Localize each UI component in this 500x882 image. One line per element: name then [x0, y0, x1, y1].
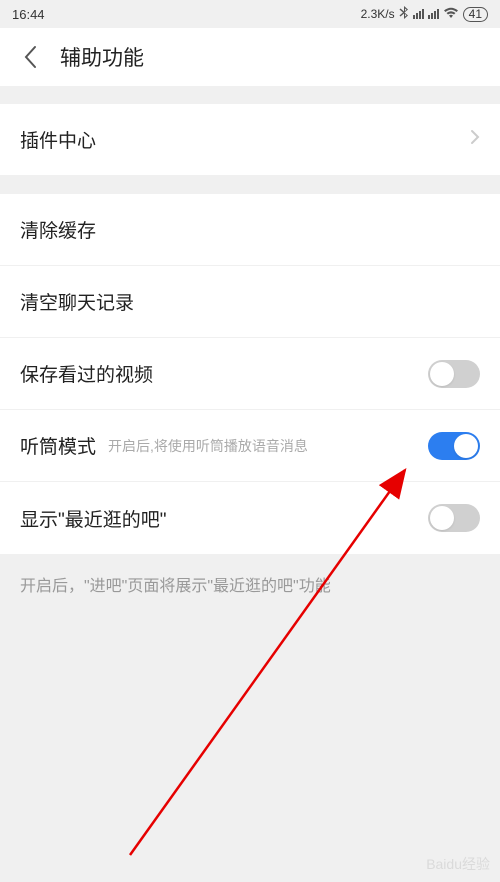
plugin-center-label: 插件中心 — [20, 126, 96, 153]
bluetooth-icon — [399, 6, 409, 22]
back-icon[interactable] — [18, 45, 42, 69]
clear-cache-label: 清除缓存 — [20, 216, 96, 243]
earpiece-mode-desc: 开启后,将使用听筒播放语音消息 — [108, 436, 428, 456]
status-bar: 16:44 2.3K/s 41 — [0, 0, 500, 28]
save-video-toggle[interactable] — [428, 360, 480, 388]
signal-icon-2 — [428, 9, 439, 19]
plugin-center-item[interactable]: 插件中心 — [0, 104, 500, 176]
network-speed: 2.3K/s — [361, 7, 395, 21]
status-time: 16:44 — [12, 7, 45, 22]
chevron-right-icon — [470, 129, 480, 150]
header: 辅助功能 — [0, 28, 500, 86]
signal-icon-1 — [413, 9, 424, 19]
clear-chat-item[interactable]: 清空聊天记录 — [0, 266, 500, 338]
save-video-item: 保存看过的视频 — [0, 338, 500, 410]
clear-chat-label: 清空聊天记录 — [20, 288, 134, 315]
earpiece-mode-label: 听筒模式 — [20, 432, 96, 459]
show-recent-label: 显示"最近逛的吧" — [20, 505, 167, 532]
footer-description: 开启后，"进吧"页面将展示"最近逛的吧"功能 — [0, 554, 500, 614]
save-video-label: 保存看过的视频 — [20, 360, 153, 387]
page-title: 辅助功能 — [60, 42, 144, 72]
wifi-icon — [443, 7, 459, 22]
earpiece-mode-toggle[interactable] — [428, 432, 480, 460]
show-recent-toggle[interactable] — [428, 504, 480, 532]
battery-icon: 41 — [463, 7, 488, 22]
earpiece-mode-item: 听筒模式 开启后,将使用听筒播放语音消息 — [0, 410, 500, 482]
clear-cache-item[interactable]: 清除缓存 — [0, 194, 500, 266]
show-recent-item: 显示"最近逛的吧" — [0, 482, 500, 554]
watermark: Baidu经验 — [426, 854, 490, 874]
